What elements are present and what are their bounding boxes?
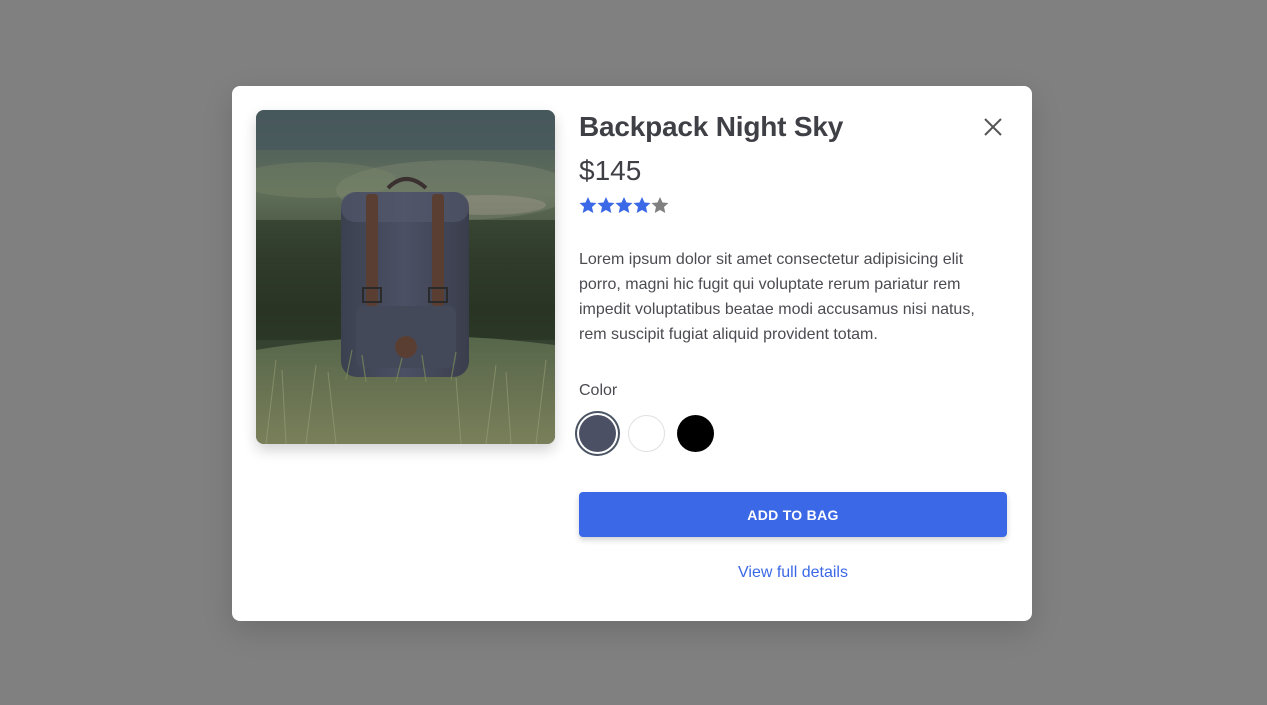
- close-icon: [984, 118, 1002, 136]
- quick-view-modal: Backpack Night Sky $145 Lorem ipsum dolo…: [232, 86, 1032, 621]
- star-icon: [633, 197, 651, 213]
- color-swatch-black[interactable]: [677, 414, 714, 452]
- color-label: Color: [579, 382, 618, 399]
- close-button[interactable]: [979, 110, 1007, 144]
- star-icon: [651, 197, 669, 213]
- view-full-details-link[interactable]: View full details: [579, 562, 1007, 584]
- add-to-bag-button[interactable]: ADD TO BAG: [579, 492, 1007, 537]
- color-swatch-night-sky[interactable]: [579, 414, 616, 452]
- product-title: Backpack Night Sky: [579, 111, 844, 142]
- product-description: Lorem ipsum dolor sit amet consectetur a…: [579, 251, 975, 343]
- rating-stars: [579, 196, 1007, 216]
- star-icon: [615, 197, 633, 213]
- color-swatch-white[interactable]: [628, 414, 665, 452]
- star-icon: [579, 197, 597, 213]
- star-icon: [597, 197, 615, 213]
- product-image: [256, 110, 555, 444]
- color-options: [579, 414, 1007, 452]
- product-price: $145: [579, 155, 642, 186]
- product-info: Backpack Night Sky $145 Lorem ipsum dolo…: [579, 110, 1007, 584]
